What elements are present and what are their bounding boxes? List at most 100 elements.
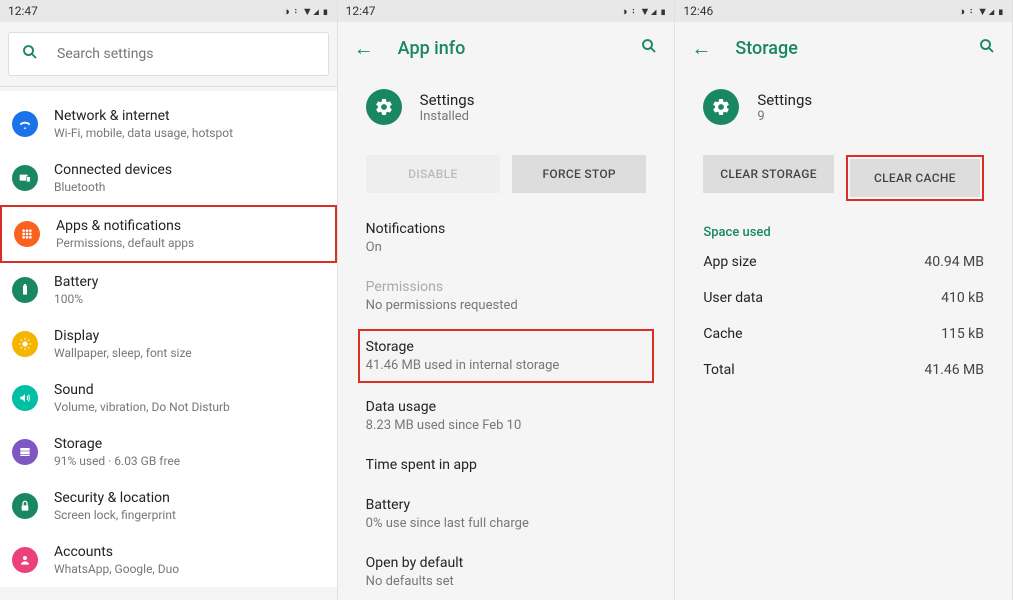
app-name: Settings	[420, 91, 475, 109]
wifi-icon	[12, 111, 38, 137]
app-summary-text: Settings 9	[757, 91, 812, 124]
item-subtitle: Bluetooth	[54, 180, 172, 194]
app-info-panel: 12:47 ◑ ᛬ ▼◢ ▮ ← App info Settings Insta…	[338, 0, 676, 600]
detail-subtitle: 41.46 MB used in internal storage	[366, 358, 647, 373]
lock-icon	[12, 493, 38, 519]
detail-item[interactable]: Data usage 8.23 MB used since Feb 10	[366, 387, 647, 445]
item-title: Display	[54, 328, 192, 344]
settings-item-wifi[interactable]: Network & internet Wi-Fi, mobile, data us…	[0, 97, 337, 151]
app-status: 9	[757, 109, 812, 124]
detail-title: Time spent in app	[366, 457, 647, 473]
app-summary-text: Settings Installed	[420, 91, 475, 124]
detail-subtitle: 0% use since last full charge	[366, 516, 647, 531]
item-subtitle: Wallpaper, sleep, font size	[54, 346, 192, 360]
storage-icon	[12, 439, 38, 465]
search-icon	[21, 43, 39, 65]
detail-item[interactable]: Storage41.46 MB used in internal storage	[358, 329, 655, 383]
clear-storage-button[interactable]: CLEAR STORAGE	[703, 155, 833, 193]
settings-item-devices[interactable]: Connected devices Bluetooth	[0, 151, 337, 205]
storage-header: ← Storage	[675, 22, 1012, 75]
search-input[interactable]	[57, 46, 316, 62]
back-arrow-icon[interactable]: ←	[691, 36, 711, 61]
app-status: Installed	[420, 109, 475, 124]
detail-item[interactable]: Time spent in app	[366, 445, 647, 485]
item-subtitle: 100%	[54, 292, 98, 306]
settings-item-accounts[interactable]: AccountsWhatsApp, Google, Duo	[0, 533, 337, 587]
back-arrow-icon[interactable]: ←	[354, 36, 374, 61]
item-subtitle: Wi-Fi, mobile, data usage, hotspot	[54, 126, 233, 140]
detail-item[interactable]: Notifications On	[366, 209, 647, 267]
status-time: 12:46	[683, 4, 713, 18]
detail-item[interactable]: Battery 0% use since last full charge	[366, 485, 647, 543]
settings-item-lock[interactable]: Security & location Screen lock, fingerpr…	[0, 479, 337, 533]
search-icon[interactable]	[978, 37, 996, 60]
app-summary-row: Settings 9	[675, 75, 1012, 139]
detail-title: Battery	[366, 497, 647, 513]
app-info-header: ← App info	[338, 22, 675, 75]
search-icon[interactable]	[640, 37, 658, 60]
item-title: Apps & notifications	[56, 218, 194, 234]
display-icon	[12, 331, 38, 357]
storage-action-buttons: CLEAR STORAGE CLEAR CACHE	[675, 139, 1012, 217]
detail-item: Permissions No permissions requested	[366, 267, 647, 325]
detail-title: Notifications	[366, 221, 647, 237]
item-title: Connected devices	[54, 162, 172, 178]
section-space-used: Space used	[675, 217, 1012, 244]
sound-icon	[12, 385, 38, 411]
item-subtitle: Volume, vibration, Do Not Disturb	[54, 400, 230, 414]
header-title: Storage	[735, 38, 978, 59]
item-subtitle: Screen lock, fingerprint	[54, 508, 176, 522]
storage-key: Total	[703, 362, 734, 378]
detail-title: Permissions	[366, 279, 647, 295]
search-settings-box[interactable]	[8, 32, 329, 76]
item-subtitle: 91% used · 6.03 GB free	[54, 454, 180, 468]
status-time: 12:47	[346, 4, 376, 18]
battery-icon	[12, 277, 38, 303]
devices-icon	[12, 165, 38, 191]
storage-panel: 12:46 ◑ ᛬ ▼◢ ▮ ← Storage Settings 9 CLEA…	[675, 0, 1013, 600]
detail-subtitle: 8.23 MB used since Feb 10	[366, 418, 647, 433]
storage-row: App size40.94 MB	[675, 244, 1012, 280]
storage-key: App size	[703, 254, 756, 270]
detail-title: Data usage	[366, 399, 647, 415]
item-title: Security & location	[54, 490, 176, 506]
detail-item[interactable]: Open by default No defaults set	[366, 543, 647, 601]
divider	[0, 86, 337, 87]
storage-value: 410 kB	[941, 290, 984, 306]
storage-key: Cache	[703, 326, 742, 342]
status-bar: 12:47 ◑ ᛬ ▼◢ ▮	[338, 0, 675, 22]
item-subtitle: WhatsApp, Google, Duo	[54, 562, 179, 576]
storage-value: 41.46 MB	[924, 362, 984, 378]
status-time: 12:47	[8, 4, 38, 18]
storage-key: User data	[703, 290, 763, 306]
detail-subtitle: No permissions requested	[366, 298, 647, 313]
app-name: Settings	[757, 91, 812, 109]
detail-subtitle: No defaults set	[366, 574, 647, 589]
settings-main-panel: 12:47 ◑ ᛬ ▼◢ ▮ Network & internet Wi-Fi, …	[0, 0, 338, 600]
settings-item-apps[interactable]: Apps & notifications Permissions, default…	[0, 205, 337, 263]
item-title: Network & internet	[54, 108, 233, 124]
status-bar: 12:47 ◑ ᛬ ▼◢ ▮	[0, 0, 337, 22]
status-icons: ◑ ᛬ ▼◢ ▮	[283, 5, 329, 18]
app-summary-row: Settings Installed	[338, 75, 675, 139]
clear-cache-button[interactable]: CLEAR CACHE	[850, 159, 980, 197]
settings-item-display[interactable]: Display Wallpaper, sleep, font size	[0, 317, 337, 371]
gear-icon	[366, 89, 402, 125]
item-subtitle: Permissions, default apps	[56, 236, 194, 250]
detail-subtitle: On	[366, 240, 647, 255]
storage-value: 115 kB	[941, 326, 984, 342]
settings-list: Network & internet Wi-Fi, mobile, data us…	[0, 91, 337, 587]
status-icons: ◑ ᛬ ▼◢ ▮	[958, 5, 1004, 18]
storage-row: User data 410 kB	[675, 280, 1012, 316]
storage-row: Total 41.46 MB	[675, 352, 1012, 388]
item-title: Storage	[54, 436, 180, 452]
settings-item-battery[interactable]: Battery100%	[0, 263, 337, 317]
force-stop-button[interactable]: FORCE STOP	[512, 155, 646, 193]
app-detail-list: Notifications On Permissions No permissions…	[338, 209, 675, 601]
settings-item-storage[interactable]: Storage 91% used · 6.03 GB free	[0, 425, 337, 479]
detail-title: Open by default	[366, 555, 647, 571]
settings-item-sound[interactable]: SoundVolume, vibration, Do Not Disturb	[0, 371, 337, 425]
apps-icon	[14, 221, 40, 247]
gear-icon	[703, 89, 739, 125]
header-title: App info	[398, 38, 641, 59]
